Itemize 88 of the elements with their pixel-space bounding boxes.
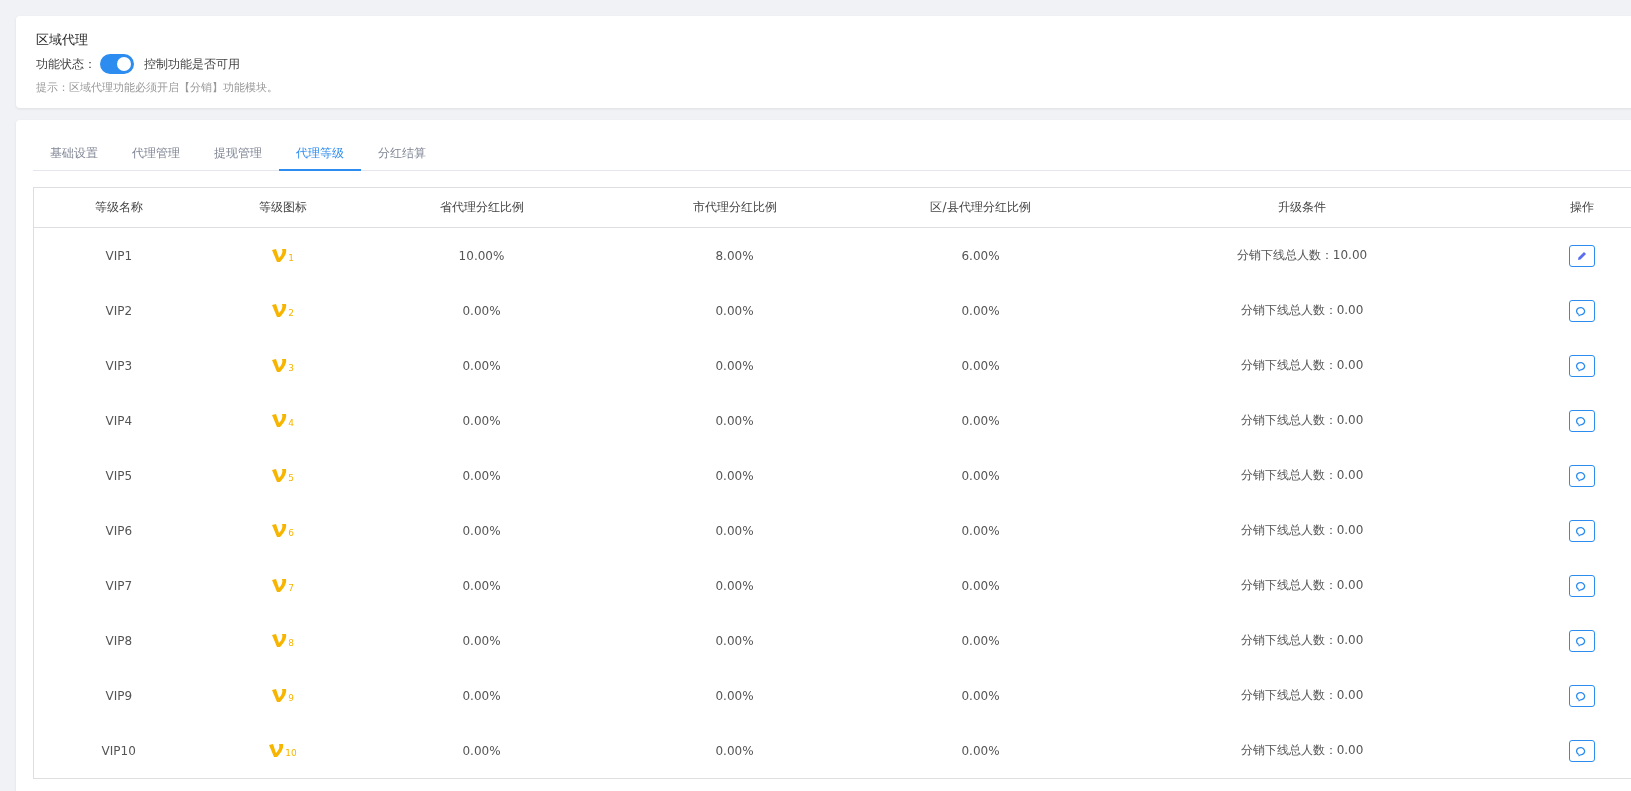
- loop-button[interactable]: [1568, 464, 1595, 487]
- table-cell: 0.00%: [961, 578, 1000, 593]
- table-cell: 分销下线总人数：10.00: [1236, 248, 1368, 262]
- column-header: 升级条件: [1278, 200, 1326, 214]
- table-cell: 0.00%: [715, 578, 754, 593]
- level-number: 2: [288, 307, 294, 318]
- table-cell: 0.00%: [462, 358, 501, 373]
- table-cell: VIP4: [105, 413, 133, 428]
- loop-button[interactable]: [1568, 684, 1595, 707]
- table-cell: 0.00%: [715, 303, 754, 318]
- tip-text: 提示：区域代理功能必须开启【分销】功能模块。: [36, 80, 279, 96]
- table-cell: 0.00%: [462, 578, 501, 593]
- tab[interactable]: 分红结算: [361, 136, 443, 171]
- table-cell: 0.00%: [462, 743, 501, 758]
- level-number: 10: [285, 747, 297, 758]
- table-cell: 0.00%: [462, 468, 501, 483]
- level-number: 9: [288, 692, 294, 703]
- table-cell: VIP9: [105, 688, 133, 703]
- level-number: 1: [288, 252, 294, 263]
- table-cell: 0.00%: [961, 633, 1000, 648]
- table-cell: 0.00%: [961, 413, 1000, 428]
- tab[interactable]: 提现管理: [197, 136, 279, 171]
- table-cell: 6.00%: [961, 248, 1000, 263]
- edit-button[interactable]: [1568, 244, 1595, 267]
- level-number: 3: [288, 362, 294, 373]
- column-header: 省代理分红比例: [439, 200, 524, 214]
- table-cell: 分销下线总人数：0.00: [1240, 578, 1364, 592]
- level-number: 5: [288, 472, 294, 483]
- table-cell: VIP5: [105, 468, 133, 483]
- table-cell: VIP3: [105, 358, 133, 373]
- table-cell: VIP2: [105, 303, 133, 318]
- table-cell: 0.00%: [961, 523, 1000, 538]
- table-cell: 0.00%: [715, 743, 754, 758]
- table-cell: VIP7: [105, 578, 133, 593]
- toggle-switch[interactable]: [100, 54, 134, 74]
- table-cell: 分销下线总人数：0.00: [1240, 688, 1364, 702]
- table-cell: 0.00%: [715, 413, 754, 428]
- table-cell: 0.00%: [462, 523, 501, 538]
- status-label: 功能状态：: [36, 56, 96, 73]
- tab[interactable]: 代理等级: [279, 136, 361, 171]
- table-cell: 分销下线总人数：0.00: [1240, 523, 1364, 537]
- table-cell: 0.00%: [715, 358, 754, 373]
- table-cell: 0.00%: [961, 468, 1000, 483]
- loop-button[interactable]: [1568, 299, 1595, 322]
- table-cell: 0.00%: [715, 633, 754, 648]
- column-header: 等级图标: [258, 200, 307, 214]
- level-number: 4: [288, 417, 294, 428]
- loop-button[interactable]: [1568, 739, 1595, 762]
- table-cell: 0.00%: [715, 688, 754, 703]
- table-cell: 分销下线总人数：0.00: [1240, 743, 1364, 757]
- table-cell: 0.00%: [462, 303, 501, 318]
- table-cell: 分销下线总人数：0.00: [1240, 413, 1364, 427]
- pencil-icon: [1575, 249, 1588, 262]
- table-cell: 分销下线总人数：0.00: [1240, 303, 1364, 317]
- table-cell: 0.00%: [715, 523, 754, 538]
- table-cell: 0.00%: [462, 633, 501, 648]
- table-cell: 分销下线总人数：0.00: [1240, 358, 1364, 372]
- table-cell: 10.00%: [458, 248, 505, 263]
- column-header: 操作: [1569, 200, 1594, 214]
- table-cell: 分销下线总人数：0.00: [1240, 633, 1364, 647]
- table-cell: 0.00%: [462, 688, 501, 703]
- level-number: 7: [288, 582, 294, 593]
- table-cell: 8.00%: [715, 248, 754, 263]
- loop-button[interactable]: [1568, 354, 1595, 377]
- table-cell: 0.00%: [462, 413, 501, 428]
- table-cell: 0.00%: [961, 743, 1000, 758]
- table-cell: VIP8: [105, 633, 133, 648]
- table-cell: VIP1: [105, 248, 133, 263]
- loop-button[interactable]: [1568, 409, 1595, 432]
- column-header: 区/县代理分红比例: [930, 200, 1031, 214]
- table-cell: 0.00%: [961, 358, 1000, 373]
- tab[interactable]: 基础设置: [33, 136, 115, 171]
- column-header: 市代理分红比例: [692, 200, 777, 214]
- table-cell: 0.00%: [961, 688, 1000, 703]
- table-cell: 0.00%: [961, 303, 1000, 318]
- loop-button[interactable]: [1568, 629, 1595, 652]
- loop-button[interactable]: [1568, 574, 1595, 597]
- level-number: 8: [288, 637, 294, 648]
- card-title: 区域代理: [36, 32, 89, 48]
- switch-hint: 控制功能是否可用: [144, 56, 240, 73]
- tab[interactable]: 代理管理: [115, 136, 197, 171]
- table-cell: 0.00%: [715, 468, 754, 483]
- table-cell: VIP10: [101, 743, 136, 758]
- level-number: 6: [288, 527, 294, 538]
- loop-button[interactable]: [1568, 519, 1595, 542]
- column-header: 等级名称: [94, 200, 143, 214]
- table-cell: 分销下线总人数：0.00: [1240, 468, 1364, 482]
- table-cell: VIP6: [105, 523, 133, 538]
